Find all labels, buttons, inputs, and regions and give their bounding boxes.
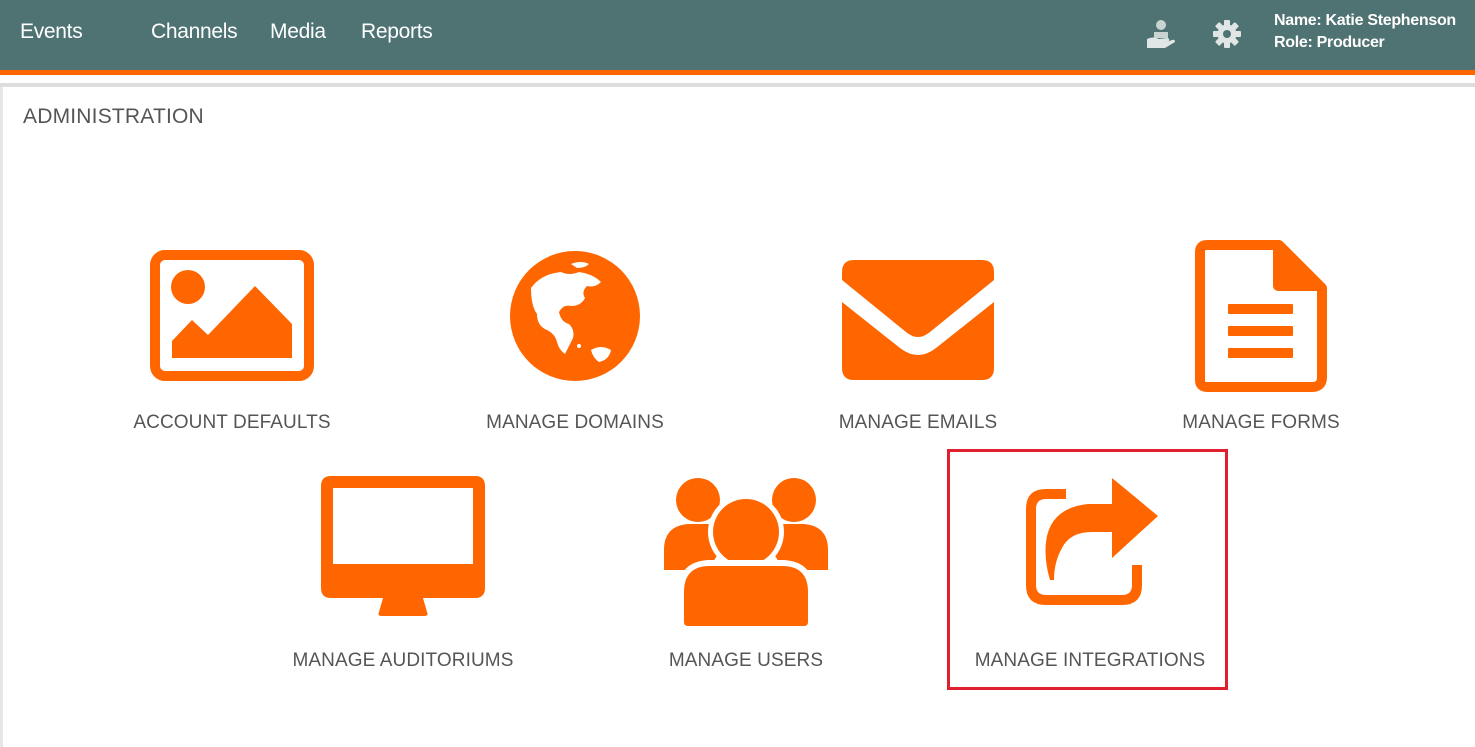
user-role: Role: Producer [1274,34,1385,51]
envelope-icon [842,260,994,380]
tile-manage-users[interactable]: MANAGE USERS [634,470,858,675]
tile-label: MANAGE EMAILS [838,412,998,433]
tile-label: MANAGE FORMS [1182,412,1340,433]
globe-icon [510,251,640,381]
image-icon [150,250,314,381]
nav-media[interactable]: Media [270,20,326,44]
tile-manage-auditoriums[interactable]: MANAGE AUDITORIUMS [291,470,515,675]
gear-icon[interactable] [1210,17,1244,51]
monitor-icon [321,476,485,616]
page-title: ADMINISTRATION [23,105,204,128]
support-hand-icon[interactable] [1143,17,1177,51]
nav-reports[interactable]: Reports [361,20,433,44]
header-divider [0,83,1475,87]
nav-channels[interactable]: Channels [151,20,238,44]
user-name: Name: Katie Stephenson [1274,12,1456,29]
share-icon [1026,478,1158,605]
tile-manage-forms[interactable]: MANAGE FORMS [1149,240,1373,440]
user-info: Name: Katie Stephenson Role: Producer [1274,10,1456,54]
tile-label: MANAGE USERS [668,650,824,671]
tile-manage-emails[interactable]: MANAGE EMAILS [806,240,1030,440]
tile-label: MANAGE INTEGRATIONS [974,650,1206,671]
document-icon [1195,240,1327,392]
nav-events[interactable]: Events [20,20,83,44]
content-left-border [0,87,3,747]
tile-account-defaults[interactable]: ACCOUNT DEFAULTS [120,240,344,440]
tile-label: ACCOUNT DEFAULTS [133,412,331,433]
tile-label: MANAGE DOMAINS [486,412,664,433]
tile-manage-domains[interactable]: MANAGE DOMAINS [463,240,687,440]
top-navigation-bar: Events Channels Media Reports Name: Kati… [0,0,1475,75]
tile-label: MANAGE AUDITORIUMS [292,650,514,671]
tile-manage-integrations[interactable]: MANAGE INTEGRATIONS [950,470,1230,675]
users-icon [664,478,828,632]
